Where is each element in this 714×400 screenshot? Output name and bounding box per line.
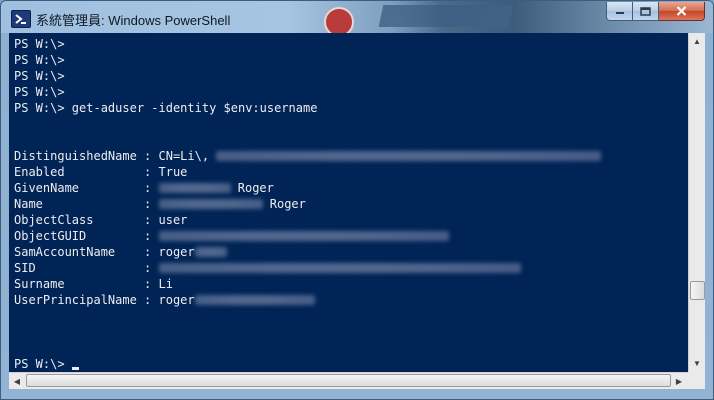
console-line-objectguid: ObjectGUID : [14, 228, 601, 244]
console-line-enabled: Enabled : True [14, 165, 188, 179]
console-prompt[interactable]: PS W:\> [14, 356, 601, 372]
scroll-left-arrow-icon[interactable]: ◀ [9, 373, 25, 390]
scroll-up-arrow-icon[interactable]: ▲ [689, 33, 705, 50]
console-lines: PS W:\> PS W:\> PS W:\> PS W:\> PS W:\> … [14, 36, 602, 372]
horizontal-scroll-thumb[interactable] [26, 374, 671, 387]
window-title: 系統管理員: Windows PowerShell [36, 13, 231, 28]
redacted-text [158, 183, 231, 193]
size-grip[interactable] [688, 372, 705, 389]
console-line-name: Name : Roger [14, 197, 306, 211]
redacted-text [216, 151, 602, 161]
console-line: PS W:\> [14, 37, 65, 51]
console-line-objectclass: ObjectClass : user [14, 213, 188, 227]
redacted-text [158, 263, 521, 273]
close-icon [676, 6, 687, 16]
close-button[interactable] [659, 2, 705, 21]
minimize-icon [615, 12, 624, 14]
console-line: PS W:\> [14, 69, 65, 83]
maximize-icon [640, 6, 651, 16]
vertical-scrollbar[interactable]: ▲ ▼ [688, 33, 705, 372]
horizontal-scrollbar[interactable]: ◀ ▶ [9, 372, 688, 389]
console-line: PS W:\> [14, 53, 65, 67]
minimize-button[interactable] [606, 2, 633, 21]
text-cursor [71, 367, 79, 370]
wallpaper-badge [324, 7, 354, 33]
redacted-text [158, 231, 449, 241]
console-line-distinguishedname: DistinguishedName : CN=Li\, [14, 148, 602, 164]
redacted-text [194, 247, 227, 257]
wallpaper-banner [378, 5, 514, 27]
console-line: PS W:\> [14, 85, 65, 99]
console-output[interactable]: PS W:\> PS W:\> PS W:\> PS W:\> PS W:\> … [9, 33, 688, 372]
title-bar[interactable]: 系統管理員: Windows PowerShell [1, 1, 713, 33]
powershell-icon[interactable] [11, 10, 31, 28]
console-line-sid: SID : [14, 260, 601, 276]
redacted-text [194, 295, 315, 305]
redacted-text [158, 199, 263, 209]
maximize-button[interactable] [633, 2, 659, 21]
name-suffix: Roger [269, 197, 306, 211]
console-line: PS W:\> get-aduser -identity $env:userna… [14, 101, 318, 115]
console-line-surname: Surname : Li [14, 277, 173, 291]
scroll-right-arrow-icon[interactable]: ▶ [671, 373, 687, 390]
vertical-scroll-thumb[interactable] [690, 281, 705, 300]
powershell-window: 系統管理員: Windows PowerShell PS W:\> PS W:\… [0, 0, 714, 400]
given-name-suffix: Roger [237, 181, 274, 195]
console-line-samaccountname: SamAccountName : roger [14, 244, 601, 260]
scroll-down-arrow-icon[interactable]: ▼ [689, 355, 705, 372]
caption-buttons [606, 2, 705, 22]
console-line-userprincipalname: UserPrincipalName : roger [14, 292, 601, 308]
console-line-givenname: GivenName : Roger [14, 181, 274, 195]
